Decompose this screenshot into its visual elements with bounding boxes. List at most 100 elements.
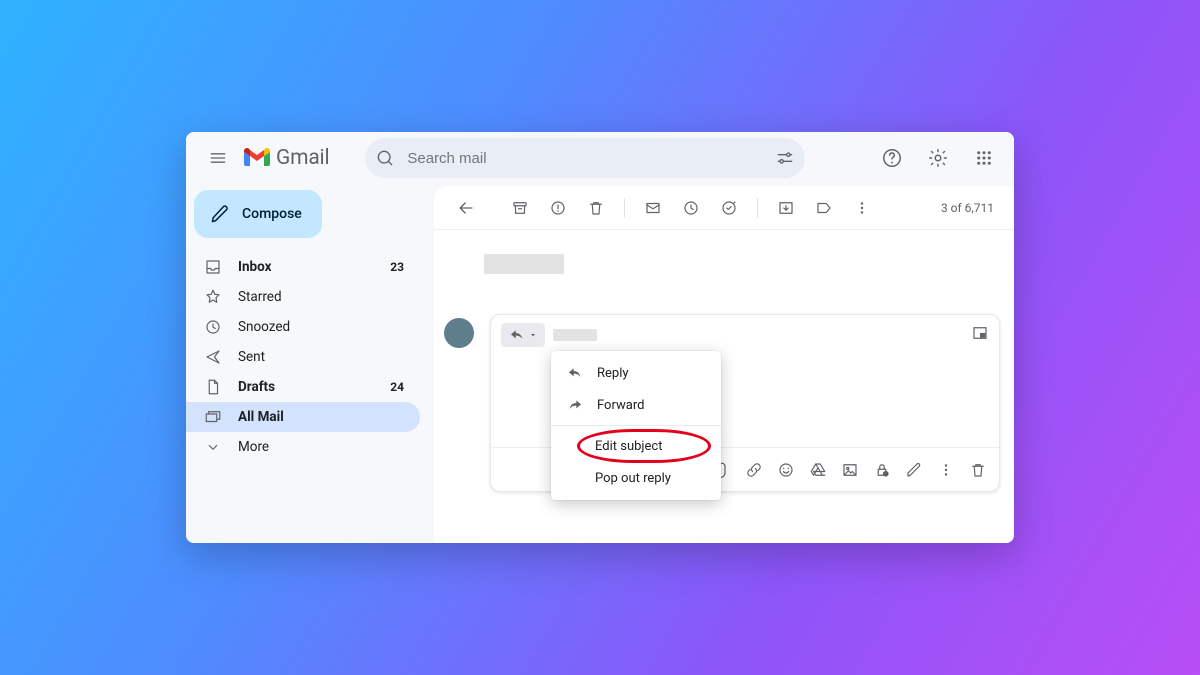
insert-link-button[interactable] [745, 461, 763, 479]
image-icon [841, 461, 859, 479]
stacked-mail-icon [204, 408, 222, 426]
toolbar-separator [757, 198, 758, 218]
clock-icon [204, 318, 222, 336]
star-icon [204, 288, 222, 306]
sidebar-item-sent[interactable]: Sent [186, 342, 420, 372]
search-options-icon[interactable] [775, 148, 795, 168]
delete-button[interactable] [578, 191, 614, 225]
search-input[interactable] [405, 149, 765, 168]
subject-placeholder [484, 254, 564, 274]
toolbar-separator [624, 198, 625, 218]
more-actions-button[interactable] [844, 191, 880, 225]
message-position: 3 of 6,711 [941, 201, 994, 215]
main-menu-button[interactable] [198, 138, 238, 178]
arrow-left-icon [456, 198, 476, 218]
move-to-icon [777, 199, 795, 217]
reply-area: Reply Forward Edit subject Pop out re [434, 314, 1014, 492]
insert-emoji-button[interactable] [777, 461, 795, 479]
gmail-logo[interactable]: Gmail [244, 146, 329, 170]
menu-separator [551, 425, 721, 426]
sidebar-item-more[interactable]: More [186, 432, 420, 462]
lock-clock-icon [873, 461, 891, 479]
trash-icon [969, 461, 987, 479]
compose-button[interactable]: Compose [194, 190, 322, 238]
forward-icon [567, 397, 583, 413]
search-bar[interactable] [365, 138, 805, 178]
menu-item-forward[interactable]: Forward [551, 389, 721, 421]
sidebar-item-starred[interactable]: Starred [186, 282, 420, 312]
gmail-logo-icon [244, 148, 270, 168]
more-vert-icon [937, 461, 955, 479]
header-actions [872, 138, 1004, 178]
settings-button[interactable] [918, 138, 958, 178]
sidebar-item-inbox[interactable]: Inbox 23 [186, 252, 420, 282]
insert-photo-button[interactable] [841, 461, 859, 479]
insert-signature-button[interactable] [905, 461, 923, 479]
send-icon [204, 348, 222, 366]
inbox-icon [204, 258, 222, 276]
sidebar-item-label: More [238, 439, 269, 455]
menu-item-pop-out[interactable]: Pop out reply [551, 462, 721, 494]
compose-label: Compose [242, 206, 302, 222]
add-task-button[interactable] [711, 191, 747, 225]
menu-item-edit-subject[interactable]: Edit subject [551, 430, 721, 462]
spam-icon [549, 199, 567, 217]
archive-icon [511, 199, 529, 217]
emoji-icon [777, 461, 795, 479]
app-body: Compose Inbox 23 Starred Snoozed [186, 184, 1014, 543]
hamburger-icon [208, 148, 228, 168]
drive-icon [809, 461, 827, 479]
caret-down-icon [529, 331, 537, 339]
support-button[interactable] [872, 138, 912, 178]
reply-card: Reply Forward Edit subject Pop out re [490, 314, 1000, 492]
task-check-icon [720, 199, 738, 217]
pop-in-window-button[interactable] [971, 324, 989, 346]
labels-button[interactable] [806, 191, 842, 225]
menu-label: Reply [597, 366, 629, 381]
pencil-icon [210, 204, 230, 224]
apps-grid-icon [975, 149, 993, 167]
sidebar-item-count: 23 [390, 260, 404, 274]
label-icon [815, 199, 833, 217]
apps-button[interactable] [964, 138, 1004, 178]
reply-icon [567, 365, 583, 381]
back-button[interactable] [448, 191, 484, 225]
confidential-mode-button[interactable] [873, 461, 891, 479]
reply-card-header [491, 315, 999, 355]
reply-type-button[interactable] [501, 323, 545, 347]
sidebar-item-snoozed[interactable]: Snoozed [186, 312, 420, 342]
nav-list: Inbox 23 Starred Snoozed Sent Draf [194, 252, 426, 462]
snooze-button[interactable] [673, 191, 709, 225]
main-pane: 3 of 6,711 [434, 186, 1014, 543]
insert-drive-button[interactable] [809, 461, 827, 479]
mark-unread-button[interactable] [635, 191, 671, 225]
help-icon [881, 147, 903, 169]
menu-label: Edit subject [595, 439, 662, 454]
sidebar-item-drafts[interactable]: Drafts 24 [186, 372, 420, 402]
pen-icon [905, 461, 923, 479]
envelope-icon [644, 199, 662, 217]
trash-icon [587, 199, 605, 217]
menu-item-reply[interactable]: Reply [551, 357, 721, 389]
gear-icon [927, 147, 949, 169]
compose-more-button[interactable] [937, 461, 955, 479]
sidebar-item-label: Sent [238, 349, 265, 365]
app-name: Gmail [276, 146, 329, 170]
message-toolbar: 3 of 6,711 [434, 186, 1014, 230]
sidebar-item-label: All Mail [238, 409, 284, 425]
file-icon [204, 378, 222, 396]
move-to-button[interactable] [768, 191, 804, 225]
search-icon [375, 148, 395, 168]
menu-label: Forward [597, 398, 644, 413]
sidebar-item-label: Starred [238, 289, 282, 305]
sidebar-item-all-mail[interactable]: All Mail [186, 402, 420, 432]
report-spam-button[interactable] [540, 191, 576, 225]
sidebar: Compose Inbox 23 Starred Snoozed [186, 184, 434, 543]
more-vert-icon [853, 199, 871, 217]
gmail-window: Gmail [186, 132, 1014, 543]
sidebar-item-label: Drafts [238, 379, 275, 395]
sidebar-item-label: Inbox [238, 259, 271, 275]
menu-label: Pop out reply [595, 471, 671, 486]
discard-draft-button[interactable] [969, 461, 987, 479]
archive-button[interactable] [502, 191, 538, 225]
